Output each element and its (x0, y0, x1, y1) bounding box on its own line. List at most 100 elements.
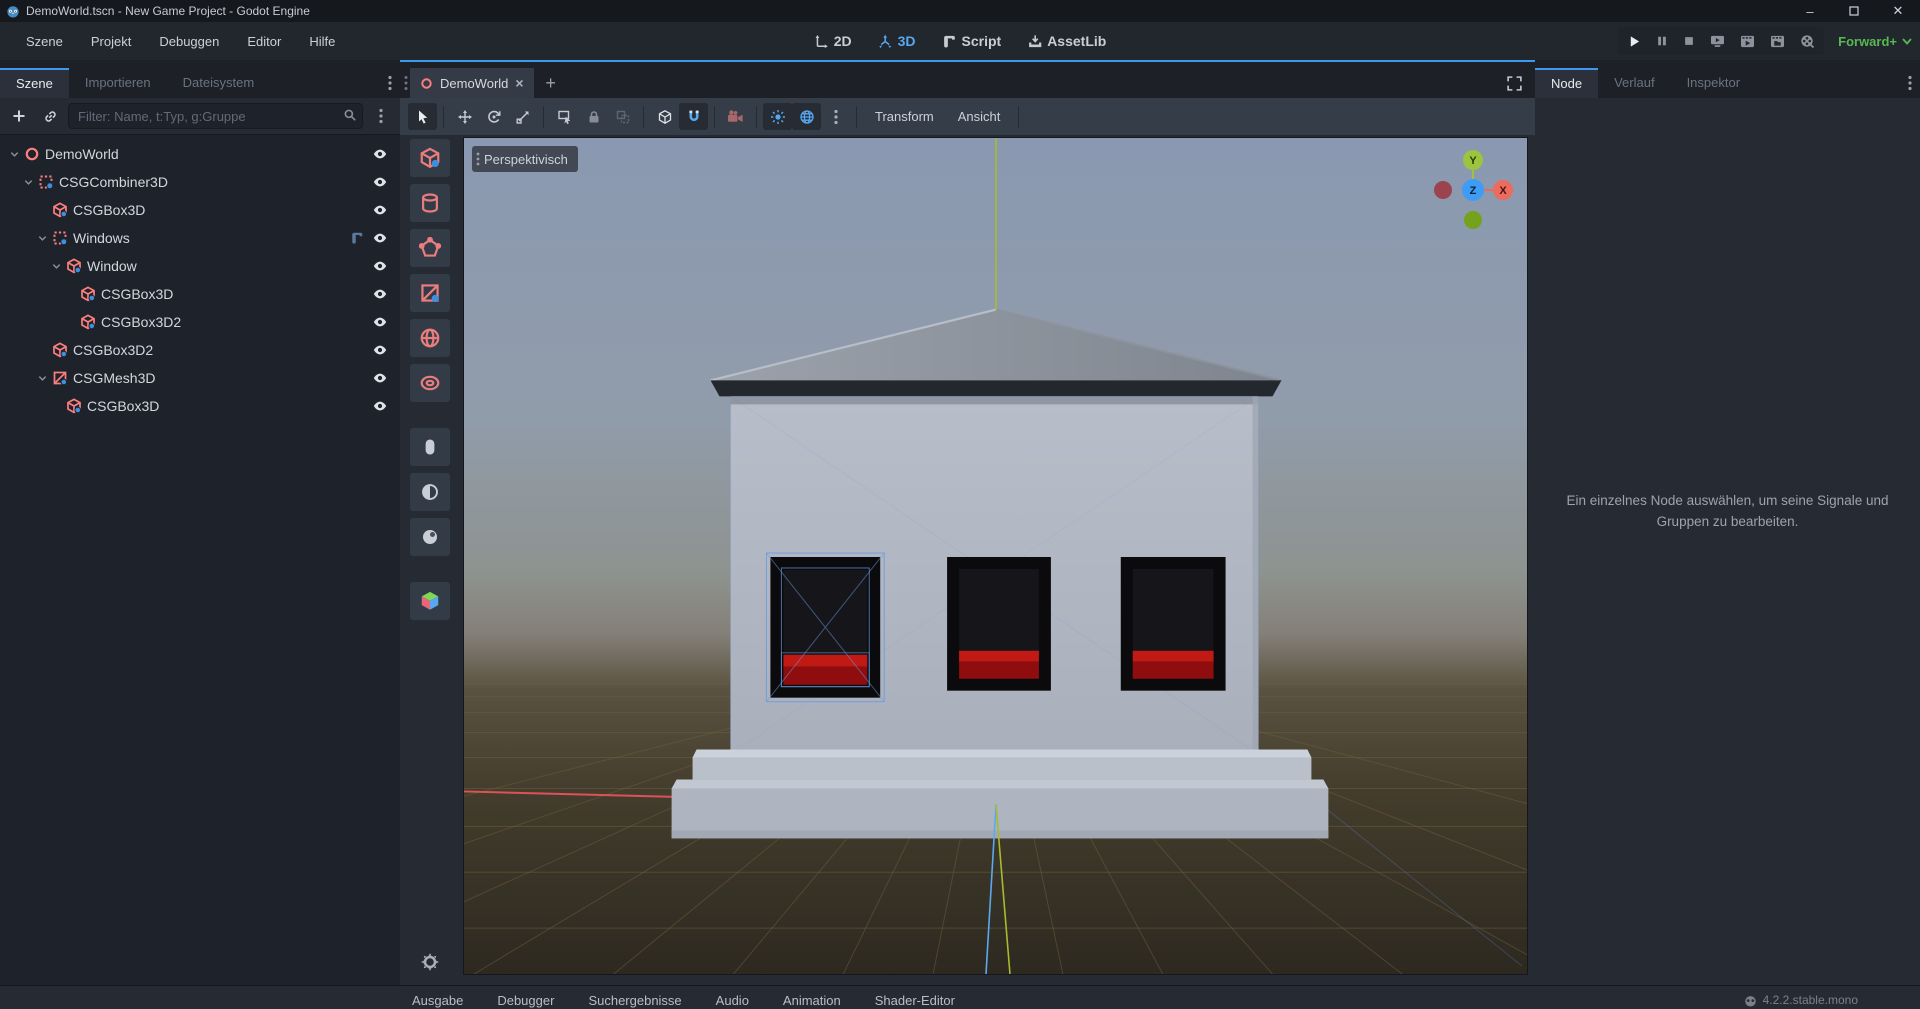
tab-szene[interactable]: Szene (0, 68, 69, 98)
scale-tool-button[interactable] (508, 103, 537, 130)
menu-hilfe[interactable]: Hilfe (295, 29, 349, 54)
add-node-button[interactable] (6, 103, 32, 129)
chevron-down-icon[interactable] (34, 373, 50, 384)
tab-dateisystem[interactable]: Dateisystem (167, 68, 271, 98)
preview-camera-icon[interactable] (721, 103, 750, 130)
chevron-down-icon[interactable] (6, 149, 22, 160)
scene-tab-demoworld[interactable]: DemoWorld × (410, 68, 534, 98)
play-button[interactable] (1628, 35, 1641, 48)
tree-row[interactable]: DemoWorld (0, 140, 400, 168)
csg-torus-button[interactable] (410, 364, 450, 402)
csg-mesh-button[interactable] (410, 274, 450, 312)
axis-gizmo[interactable]: Y X Z (1425, 142, 1521, 238)
script-attached-icon[interactable] (350, 231, 364, 245)
ansicht-menu[interactable]: Ansicht (946, 109, 1013, 124)
workspace-script-button[interactable]: Script (934, 29, 1010, 53)
transform-menu[interactable]: Transform (863, 109, 946, 124)
tree-row[interactable]: CSGCombiner3D (0, 168, 400, 196)
pause-button[interactable] (1656, 35, 1668, 47)
lock-tool-button[interactable] (579, 103, 608, 130)
visibility-eye-icon[interactable] (372, 174, 388, 190)
left-dock-menu-icon[interactable] (380, 68, 400, 98)
snap-toggle[interactable] (679, 103, 708, 130)
workspace-2d-button[interactable]: 2D (806, 29, 860, 53)
workspace-3d-button[interactable]: 3D (870, 29, 924, 53)
visibility-eye-icon[interactable] (372, 286, 388, 302)
sun-toggle[interactable] (763, 103, 792, 130)
chevron-down-icon[interactable] (20, 177, 36, 188)
axis-neg-y-ball[interactable] (1464, 211, 1482, 229)
workspace-assetlib-button[interactable]: AssetLib (1019, 29, 1114, 53)
tree-row[interactable]: CSGBox3D (0, 392, 400, 420)
close-button[interactable]: ✕ (1876, 0, 1920, 22)
environment-toggle[interactable] (792, 103, 821, 130)
gridmap-button[interactable] (410, 582, 450, 620)
local-space-toggle[interactable] (650, 103, 679, 130)
chevron-down-icon[interactable] (34, 233, 50, 244)
list-select-tool-button[interactable] (550, 103, 579, 130)
play-custom-scene-button[interactable] (1770, 35, 1785, 48)
renderer-selector[interactable]: Forward+ (1838, 34, 1912, 49)
visibility-eye-icon[interactable] (372, 146, 388, 162)
stop-button[interactable] (1683, 35, 1695, 47)
chevron-down-icon[interactable] (48, 261, 64, 272)
instance-scene-button[interactable] (37, 103, 63, 129)
maximize-button[interactable] (1832, 0, 1876, 22)
tree-row[interactable]: CSGMesh3D (0, 364, 400, 392)
tree-row[interactable]: Windows (0, 224, 400, 252)
tab-node[interactable]: Node (1535, 68, 1598, 98)
menu-debuggen[interactable]: Debuggen (145, 29, 233, 54)
right-dock-menu-icon[interactable] (1900, 68, 1920, 98)
bottom-tab-shader-editor[interactable]: Shader-Editor (875, 993, 955, 1008)
visibility-eye-icon[interactable] (372, 230, 388, 246)
sphere-shade-button[interactable] (410, 518, 450, 556)
visibility-eye-icon[interactable] (372, 314, 388, 330)
menu-szene[interactable]: Szene (12, 29, 77, 54)
contrast-button[interactable] (410, 473, 450, 511)
visibility-eye-icon[interactable] (372, 202, 388, 218)
capsule-button[interactable] (410, 428, 450, 466)
movie-mode-button[interactable] (1800, 34, 1814, 48)
group-tool-button[interactable] (608, 103, 637, 130)
menu-projekt[interactable]: Projekt (77, 29, 145, 54)
bottom-tab-debugger[interactable]: Debugger (497, 993, 554, 1008)
move-tool-button[interactable] (450, 103, 479, 130)
menu-editor[interactable]: Editor (233, 29, 295, 54)
rotate-tool-button[interactable] (479, 103, 508, 130)
axis-neg-x-ball[interactable] (1434, 181, 1452, 199)
projection-menu[interactable]: Perspektivisch (472, 146, 578, 172)
tree-row[interactable]: Window (0, 252, 400, 280)
tree-row[interactable]: CSGBox3D2 (0, 308, 400, 336)
play-scene-button[interactable] (1740, 35, 1755, 48)
tree-row[interactable]: CSGBox3D2 (0, 336, 400, 364)
scene-tree-menu-icon[interactable] (368, 103, 394, 129)
visibility-eye-icon[interactable] (372, 258, 388, 274)
csg-polygon-button[interactable] (410, 229, 450, 267)
add-scene-tab-button[interactable]: + (534, 68, 568, 98)
bottom-tab-animation[interactable]: Animation (783, 993, 841, 1008)
visibility-eye-icon[interactable] (372, 398, 388, 414)
viewport-options-menu-icon[interactable] (821, 103, 850, 130)
scene-filter-input[interactable] (68, 103, 363, 129)
version-info[interactable]: 4.2.2.stable.mono (1744, 993, 1858, 1007)
tab-inspektor[interactable]: Inspektor (1671, 68, 1756, 98)
maximize-viewport-icon[interactable] (1506, 68, 1535, 98)
visibility-eye-icon[interactable] (372, 370, 388, 386)
tabbar-handle-icon[interactable] (402, 68, 410, 98)
csg-sphere-button[interactable] (410, 319, 450, 357)
visibility-eye-icon[interactable] (372, 342, 388, 358)
3d-viewport[interactable]: Perspektivisch Y X Z (463, 137, 1528, 975)
csg-cylinder-button[interactable] (410, 184, 450, 222)
bottom-tab-audio[interactable]: Audio (716, 993, 749, 1008)
tab-verlauf[interactable]: Verlauf (1598, 68, 1670, 98)
bottom-tab-suchergebnisse[interactable]: Suchergebnisse (588, 993, 681, 1008)
csg-box-button[interactable] (410, 139, 450, 177)
play-remote-button[interactable] (1710, 35, 1725, 48)
close-tab-icon[interactable]: × (515, 75, 523, 91)
tree-row[interactable]: CSGBox3D (0, 280, 400, 308)
tree-row[interactable]: CSGBox3D (0, 196, 400, 224)
minimize-button[interactable]: – (1788, 0, 1832, 22)
select-tool-button[interactable] (408, 103, 437, 130)
tab-importieren[interactable]: Importieren (69, 68, 167, 98)
bottom-tab-ausgabe[interactable]: Ausgabe (412, 993, 463, 1008)
